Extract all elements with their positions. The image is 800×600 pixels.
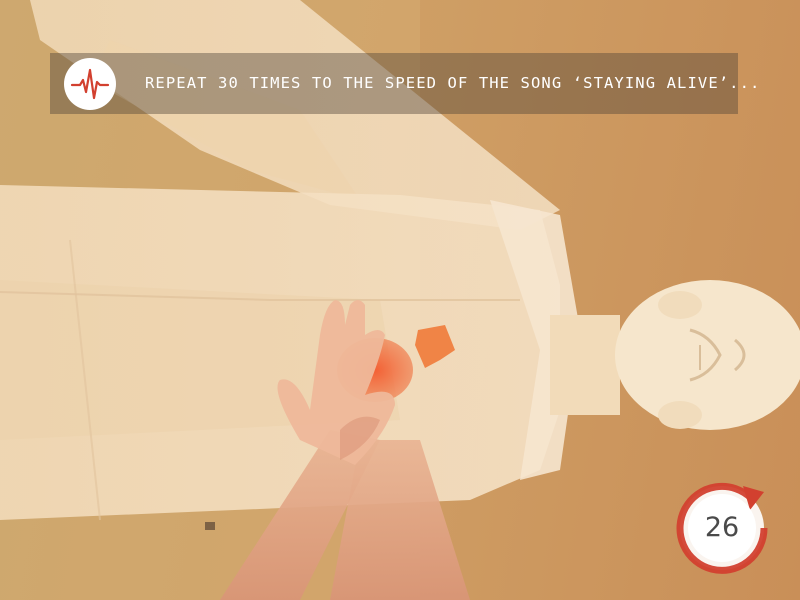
compression-count: 26: [704, 512, 740, 543]
heartbeat-icon: [64, 58, 116, 110]
mannequin-head-bottom: [658, 401, 702, 429]
instruction-banner: REPEAT 30 TIMES TO THE SPEED OF THE SONG…: [50, 53, 759, 114]
mannequin-head-top: [658, 291, 702, 319]
compression-counter: 26: [670, 476, 774, 580]
instruction-text: REPEAT 30 TIMES TO THE SPEED OF THE SONG…: [145, 74, 761, 92]
mannequin-head: [615, 280, 800, 430]
mannequin-neck: [550, 315, 620, 415]
floor-mark: [205, 522, 215, 530]
